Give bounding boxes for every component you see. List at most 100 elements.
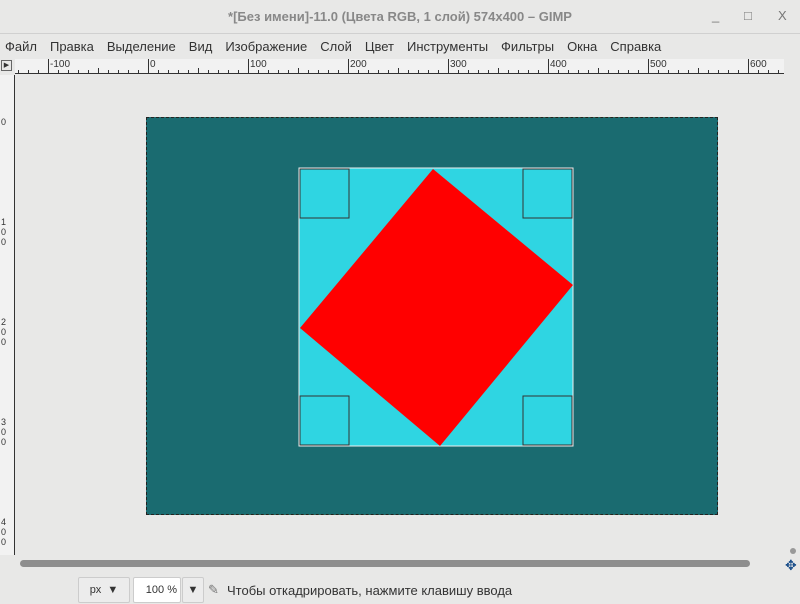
ruler-tick — [268, 70, 269, 73]
ruler-tick — [18, 70, 19, 73]
ruler-tick — [228, 70, 229, 73]
image-content — [298, 167, 574, 447]
window-title: *[Без имени]-11.0 (Цвета RGB, 1 слой) 57… — [228, 9, 572, 24]
ruler-label: 100 — [1, 217, 7, 247]
ruler-tick — [508, 70, 509, 73]
ruler-tick — [438, 70, 439, 73]
ruler-tick — [108, 70, 109, 73]
menu-item[interactable]: Фильтры — [501, 36, 554, 58]
ruler-tick — [528, 70, 529, 73]
image-canvas[interactable] — [146, 117, 718, 515]
ruler-tick — [338, 70, 339, 73]
ruler-tick — [378, 70, 379, 73]
corner-square — [299, 168, 350, 219]
ruler-tick — [718, 70, 719, 73]
quick-mask-toggle-icon[interactable]: ▶ — [1, 60, 12, 71]
ruler-tick — [78, 70, 79, 73]
zoom-input[interactable]: 100 % — [133, 577, 181, 603]
ruler-tick — [468, 70, 469, 73]
ruler-tick — [408, 70, 409, 73]
close-button[interactable]: X — [778, 8, 787, 23]
ruler-label: 200 — [348, 59, 367, 73]
vertical-scrollbar[interactable] — [790, 548, 796, 554]
ruler-tick — [708, 70, 709, 73]
zoom-dropdown-button[interactable]: ▼ — [182, 577, 204, 603]
ruler-tick — [768, 70, 769, 73]
unit-select[interactable]: px ▼ — [78, 577, 130, 603]
ruler-tick — [218, 70, 219, 73]
ruler-tick — [308, 70, 309, 73]
horizontal-ruler: -100 0 100 200 300 400 500 600 — [15, 59, 784, 74]
ruler-label: 300 — [1, 417, 7, 447]
menu-item[interactable]: Цвет — [365, 36, 394, 58]
ruler-label: 0 — [148, 59, 156, 73]
ruler-label: 300 — [448, 59, 467, 73]
ruler-tick — [588, 70, 589, 73]
menu-item[interactable]: Файл — [5, 36, 37, 58]
scrollbar-thumb[interactable] — [20, 560, 750, 567]
ruler-tick — [728, 70, 729, 73]
menu-item[interactable]: Окна — [567, 36, 597, 58]
horizontal-scrollbar[interactable] — [16, 558, 784, 568]
menu-bar: Файл Правка Выделение Вид Изображение Слой Цве… — [0, 36, 800, 58]
maximize-button[interactable]: □ — [744, 8, 752, 23]
ruler-tick — [688, 70, 689, 73]
crop-tool-icon: ✎ — [208, 582, 219, 597]
ruler-tick — [238, 70, 239, 73]
ruler-label: 400 — [548, 59, 567, 73]
ruler-tick — [198, 68, 199, 73]
menu-item[interactable]: Слой — [320, 36, 352, 58]
ruler-tick — [498, 68, 499, 73]
ruler-tick — [568, 70, 569, 73]
ruler-tick — [578, 70, 579, 73]
ruler-tick — [538, 70, 539, 73]
ruler-tick — [428, 70, 429, 73]
menu-item[interactable]: Выделение — [107, 36, 176, 58]
ruler-label: -100 — [48, 59, 70, 73]
menu-item[interactable]: Изображение — [225, 36, 307, 58]
ruler-tick — [288, 70, 289, 73]
ruler-label: 0 — [1, 117, 7, 127]
ruler-tick — [368, 70, 369, 73]
ruler-tick — [28, 70, 29, 73]
ruler-tick — [298, 68, 299, 73]
menu-item[interactable]: Правка — [50, 36, 94, 58]
ruler-label: 400 — [1, 517, 7, 547]
ruler-tick — [678, 70, 679, 73]
ruler-tick — [698, 68, 699, 73]
ruler-tick — [138, 70, 139, 73]
ruler-tick — [628, 70, 629, 73]
ruler-label: 100 — [248, 59, 267, 73]
ruler-tick — [98, 68, 99, 73]
ruler-tick — [388, 70, 389, 73]
vertical-ruler: 0 100 200 300 400 — [0, 75, 15, 555]
ruler-tick — [158, 70, 159, 73]
ruler-tick — [128, 70, 129, 73]
menu-item[interactable]: Инструменты — [407, 36, 488, 58]
ruler-tick — [398, 68, 399, 73]
title-bar: *[Без имени]-11.0 (Цвета RGB, 1 слой) 57… — [0, 0, 800, 34]
ruler-tick — [518, 70, 519, 73]
ruler-tick — [618, 70, 619, 73]
minimize-button[interactable]: _ — [712, 8, 719, 23]
corner-square — [299, 395, 350, 446]
ruler-tick — [208, 70, 209, 73]
ruler-tick — [488, 70, 489, 73]
ruler-tick — [478, 70, 479, 73]
ruler-tick — [598, 68, 599, 73]
ruler-tick — [608, 70, 609, 73]
ruler-label: 500 — [648, 59, 667, 73]
ruler-tick — [738, 70, 739, 73]
unit-value: px — [89, 584, 102, 596]
ruler-tick — [328, 70, 329, 73]
ruler-tick — [418, 70, 419, 73]
status-bar: px ▼ 100 % ▼ ✎ Чтобы откадрировать, нажм… — [0, 574, 800, 604]
status-message: Чтобы откадрировать, нажмите клавишу вво… — [227, 583, 513, 598]
ruler-tick — [38, 70, 39, 73]
menu-item[interactable]: Справка — [610, 36, 661, 58]
corner-square — [522, 168, 573, 219]
navigate-icon[interactable]: ✥ — [785, 557, 797, 574]
ruler-tick — [638, 70, 639, 73]
canvas-area[interactable] — [16, 75, 784, 555]
menu-item[interactable]: Вид — [189, 36, 213, 58]
